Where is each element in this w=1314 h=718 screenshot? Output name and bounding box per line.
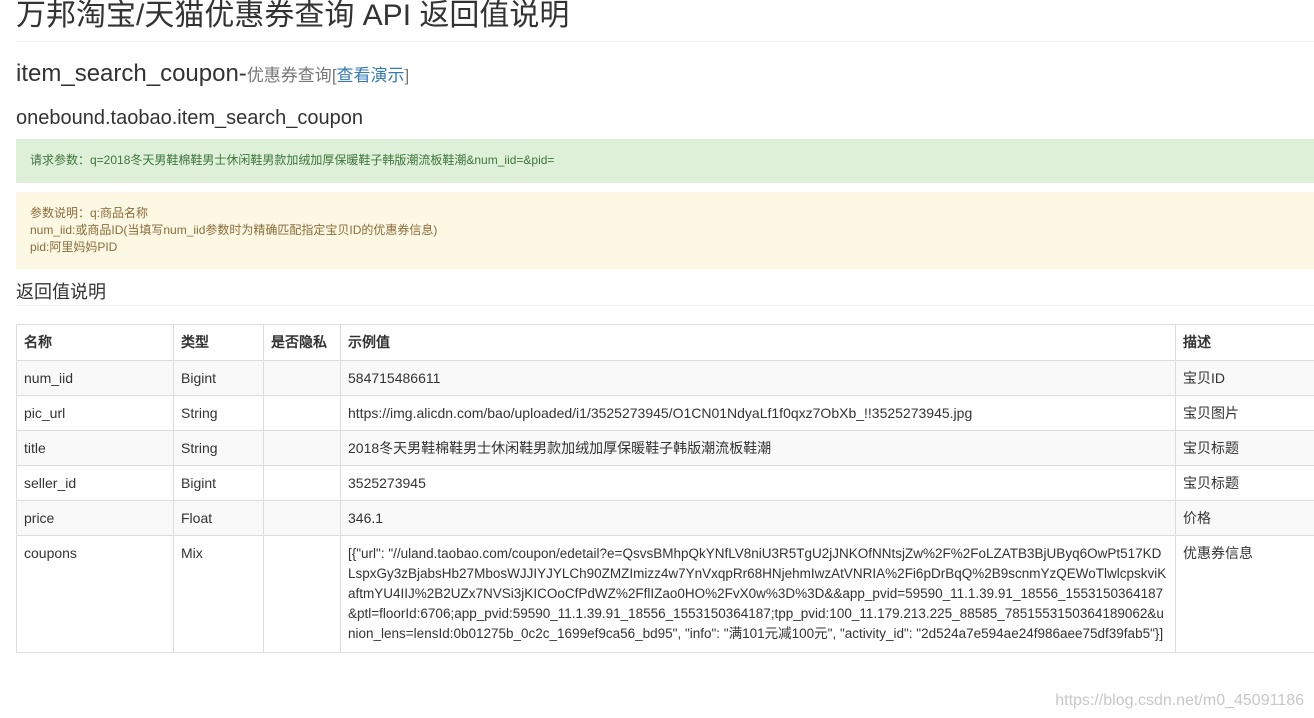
table-row: title String 2018冬天男鞋棉鞋男士休闲鞋男款加绒加厚保暖鞋子韩版… (16, 430, 1314, 466)
demo-link[interactable]: 查看演示 (337, 66, 405, 85)
cell-private (263, 465, 341, 501)
cell-desc: 宝贝标题 (1175, 465, 1314, 501)
api-name: item_search_coupon- (16, 60, 247, 87)
param-desc-line-2: num_iid:或商品ID(当填写num_iid参数时为精确匹配指定宝贝ID的优… (30, 223, 438, 237)
cell-name: seller_id (16, 465, 174, 501)
cell-type: Bigint (173, 465, 264, 501)
cell-name: num_iid (16, 360, 174, 396)
section-divider (16, 305, 1314, 306)
watermark: https://blog.csdn.net/m0_45091186 (1055, 692, 1304, 709)
header-name: 名称 (16, 324, 174, 361)
section-title: 返回值说明 (16, 282, 106, 302)
table-header-row: 名称 类型 是否隐私 示例值 描述 (16, 324, 1314, 361)
cell-private (263, 395, 341, 431)
table-row: coupons Mix [{"url": "//uland.taobao.com… (16, 535, 1314, 653)
cell-name: title (16, 430, 174, 466)
api-heading: item_search_coupon-优惠券查询[查看演示] (16, 58, 409, 92)
page: 万邦淘宝/天猫优惠券查询 API 返回值说明 item_search_coupo… (0, 0, 1314, 718)
cell-desc: 宝贝ID (1175, 360, 1314, 396)
api-subtitle: 优惠券查询 (246, 66, 332, 85)
title-divider (16, 41, 1314, 42)
header-example: 示例值 (340, 324, 1176, 361)
cell-example: [{"url": "//uland.taobao.com/coupon/edet… (340, 535, 1176, 653)
param-desc-line-3: pid:阿里妈妈PID (30, 240, 118, 254)
cell-name: coupons (16, 535, 174, 653)
cell-example: 2018冬天男鞋棉鞋男士休闲鞋男款加绒加厚保暖鞋子韩版潮流板鞋潮 (340, 430, 1176, 466)
cell-type: Mix (173, 535, 264, 653)
table-row: seller_id Bigint 3525273945 宝贝标题 (16, 465, 1314, 501)
request-params-text: 请求参数：q=2018冬天男鞋棉鞋男士休闲鞋男款加绒加厚保暖鞋子韩版潮流板鞋潮&… (30, 153, 555, 167)
table-row: price Float 346.1 价格 (16, 500, 1314, 536)
header-desc: 描述 (1175, 324, 1314, 361)
cell-example: 584715486611 (340, 360, 1176, 396)
header-type: 类型 (173, 324, 264, 361)
cell-desc: 宝贝标题 (1175, 430, 1314, 466)
api-method-name: onebound.taobao.item_search_coupon (16, 107, 363, 129)
cell-private (263, 360, 341, 396)
param-description-box: 参数说明：q:商品名称 num_iid:或商品ID(当填写num_iid参数时为… (16, 192, 1314, 269)
cell-type: String (173, 430, 264, 466)
cell-example: 3525273945 (340, 465, 1176, 501)
param-desc-line-1: 参数说明：q:商品名称 (30, 206, 149, 220)
cell-name: price (16, 500, 174, 536)
cell-private (263, 535, 341, 653)
cell-desc: 优惠券信息 (1175, 535, 1314, 653)
cell-private (263, 500, 341, 536)
cell-desc: 价格 (1175, 500, 1314, 536)
request-params-box: 请求参数：q=2018冬天男鞋棉鞋男士休闲鞋男款加绒加厚保暖鞋子韩版潮流板鞋潮&… (16, 139, 1314, 183)
cell-example: https://img.alicdn.com/bao/uploaded/i1/3… (340, 395, 1176, 431)
cell-private (263, 430, 341, 466)
page-title: 万邦淘宝/天猫优惠券查询 API 返回值说明 (16, 0, 570, 32)
cell-type: Bigint (173, 360, 264, 396)
cell-example: 346.1 (340, 500, 1176, 536)
cell-type: Float (173, 500, 264, 536)
table-row: pic_url String https://img.alicdn.com/ba… (16, 395, 1314, 431)
cell-desc: 宝贝图片 (1175, 395, 1314, 431)
bracket-close: ] (404, 66, 410, 85)
return-values-table: 名称 类型 是否隐私 示例值 描述 num_iid Bigint 5847154… (16, 324, 1314, 653)
header-private: 是否隐私 (263, 324, 341, 361)
cell-type: String (173, 395, 264, 431)
table-row: num_iid Bigint 584715486611 宝贝ID (16, 360, 1314, 396)
cell-name: pic_url (16, 395, 174, 431)
